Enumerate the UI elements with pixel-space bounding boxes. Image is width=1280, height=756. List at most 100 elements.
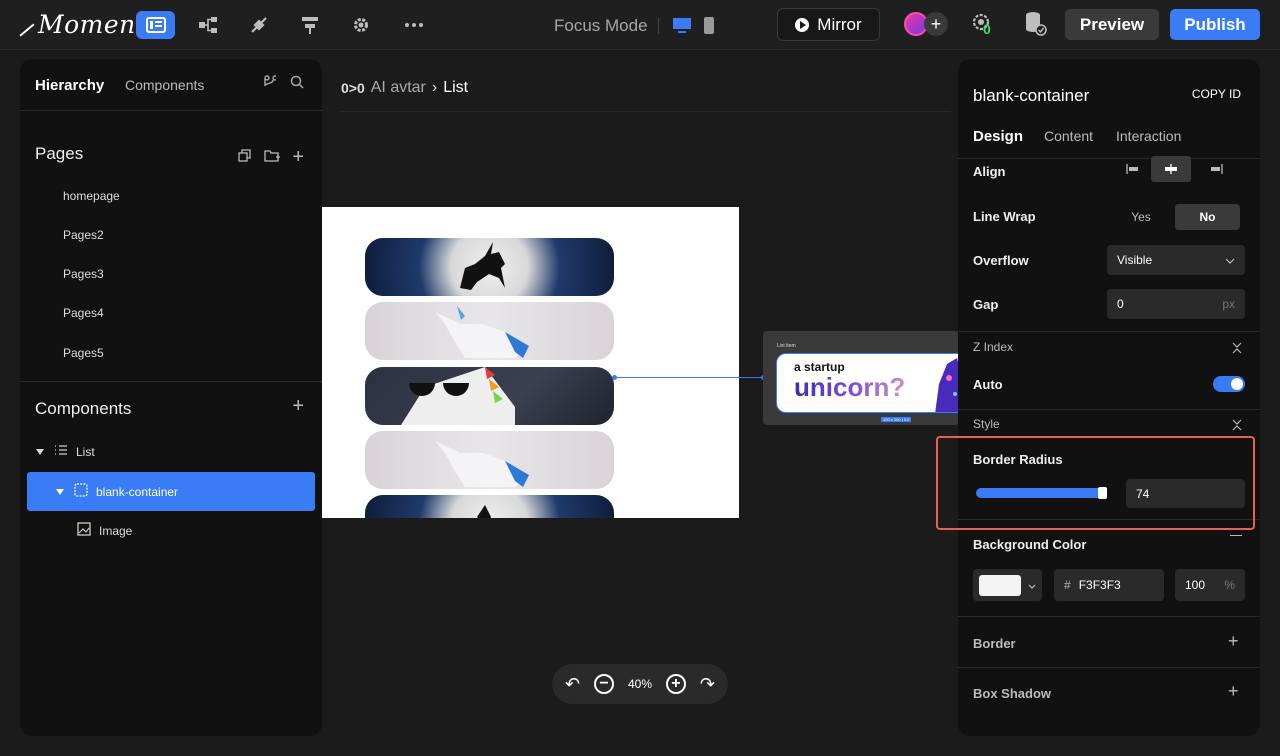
color-swatch (979, 574, 1021, 596)
top-bar: Momen Focus Mode Mirror + 0 Preview Publ… (0, 0, 1280, 50)
hierarchy-panel: Hierarchy Components Pages + homepage Pa… (20, 59, 322, 736)
chevron-down-icon (1225, 253, 1235, 267)
divider (958, 667, 1260, 668)
divider (20, 381, 322, 382)
pages-title: Pages (35, 144, 84, 163)
play-icon (795, 17, 810, 32)
chevron-down-icon (1028, 578, 1036, 592)
more-icon[interactable] (394, 11, 433, 39)
tab-design[interactable]: Design (973, 128, 1023, 145)
database-icon[interactable] (1024, 11, 1048, 42)
preview-line-2: unicorn? (794, 372, 906, 402)
add-box-shadow-icon[interactable]: + (1228, 681, 1239, 702)
list-item-image[interactable] (365, 238, 614, 296)
line-wrap-segment: Yes No (1107, 204, 1240, 230)
list-item-image[interactable] (365, 302, 614, 360)
line-wrap-label: Line Wrap (973, 209, 1036, 224)
overflow-select[interactable]: Visible (1107, 245, 1245, 275)
line-wrap-yes[interactable]: Yes (1107, 204, 1175, 230)
mirror-button[interactable]: Mirror (777, 8, 880, 41)
add-folder-icon[interactable] (264, 149, 281, 166)
invite-plus-icon[interactable]: + (924, 12, 948, 36)
add-border-icon[interactable]: + (1228, 631, 1239, 652)
color-swatch-picker[interactable] (973, 569, 1042, 601)
preview-container[interactable]: a startup unicorn? (776, 353, 959, 413)
tab-components[interactable]: Components (125, 77, 204, 93)
collapse-icon[interactable] (1232, 419, 1242, 432)
zoom-in-icon[interactable]: + (665, 674, 686, 694)
collapse-icon[interactable] (1232, 342, 1242, 355)
preview-tag: List item (777, 343, 796, 349)
publish-button[interactable]: Publish (1170, 9, 1260, 40)
app-logo[interactable]: Momen (18, 10, 136, 39)
page-item-homepage[interactable]: homepage (63, 189, 120, 203)
image-icon (77, 522, 91, 539)
caret-down-icon[interactable] (36, 448, 44, 455)
page-item-pages4[interactable]: Pages4 (63, 306, 104, 320)
tree-item-blank-container[interactable]: blank-container (27, 472, 315, 511)
align-left-icon[interactable] (1115, 156, 1151, 182)
mobile-icon[interactable] (703, 16, 715, 40)
align-segment (1115, 156, 1241, 182)
copy-id-button[interactable]: COPY ID (1192, 87, 1241, 101)
gear-icon[interactable] (341, 11, 380, 39)
z-index-auto-toggle[interactable] (1213, 376, 1245, 392)
border-label: Border (973, 636, 1016, 651)
layout-icon[interactable] (136, 11, 175, 39)
align-center-icon[interactable] (1151, 156, 1191, 182)
opacity-value: 100 (1185, 578, 1206, 592)
breadcrumb: 0>0 AI avtar › List (341, 79, 468, 97)
list-item-image[interactable] (365, 431, 614, 489)
align-right-icon[interactable] (1191, 156, 1241, 182)
desktop-icon[interactable] (672, 17, 692, 39)
artboard[interactable] (322, 207, 739, 518)
tab-hierarchy[interactable]: Hierarchy (35, 77, 104, 94)
opacity-input[interactable]: 100 % (1175, 569, 1245, 601)
tree-item-label: blank-container (96, 484, 179, 499)
divider (658, 18, 659, 34)
chevron-right-icon: › (431, 79, 438, 96)
add-component-icon[interactable]: + (292, 395, 304, 418)
action-flow-icon[interactable] (290, 11, 329, 39)
add-page-icon[interactable]: + (292, 146, 304, 169)
divider (958, 616, 1260, 617)
tab-interaction[interactable]: Interaction (1116, 128, 1181, 144)
list-item-image[interactable] (365, 495, 614, 518)
page-item-pages2[interactable]: Pages2 (63, 228, 104, 242)
bug-icon[interactable]: 0 (971, 12, 995, 41)
page-item-pages5[interactable]: Pages5 (63, 346, 104, 360)
list-item-preview[interactable]: List item a startup unicorn? 100 x 100 |… (763, 331, 959, 425)
plugin-icon[interactable] (239, 11, 278, 39)
data-model-icon[interactable] (188, 11, 227, 39)
component-link-icon: 0>0 (341, 80, 365, 96)
line-wrap-no[interactable]: No (1175, 204, 1240, 230)
container-icon (74, 483, 88, 500)
connector-dot[interactable] (612, 375, 617, 380)
search-icon[interactable] (290, 75, 304, 92)
properties-panel: blank-container COPY ID Design Content I… (958, 59, 1260, 736)
breadcrumb-current: List (443, 79, 469, 96)
remove-background-icon[interactable] (1230, 535, 1242, 536)
tab-content[interactable]: Content (1044, 128, 1093, 144)
align-label: Align (973, 164, 1006, 179)
github-icon[interactable] (262, 75, 278, 92)
page-item-pages3[interactable]: Pages3 (63, 267, 104, 281)
preview-button[interactable]: Preview (1065, 9, 1159, 40)
undo-icon[interactable]: ↶ (565, 674, 580, 695)
hex-input[interactable]: # F3F3F3 (1054, 569, 1164, 601)
redo-icon[interactable]: ↷ (700, 674, 715, 695)
tree-item-image[interactable]: Image (27, 511, 315, 550)
zoom-out-icon[interactable]: − (594, 674, 615, 694)
breadcrumb-root[interactable]: AI avtar (371, 79, 426, 97)
duplicate-page-icon[interactable] (238, 149, 252, 166)
tree-item-list[interactable]: List (27, 432, 315, 471)
panel-tabs: Hierarchy Components (20, 59, 322, 111)
focus-mode-toggle[interactable]: Focus Mode (554, 16, 648, 36)
caret-down-icon[interactable] (56, 488, 64, 495)
gap-input[interactable]: 0 px (1107, 289, 1245, 319)
list-item-image[interactable] (365, 367, 614, 425)
style-label: Style (973, 417, 1000, 431)
panel-tools (262, 75, 304, 92)
zoom-level[interactable]: 40% (628, 677, 652, 691)
border-radius-highlight (936, 436, 1255, 530)
